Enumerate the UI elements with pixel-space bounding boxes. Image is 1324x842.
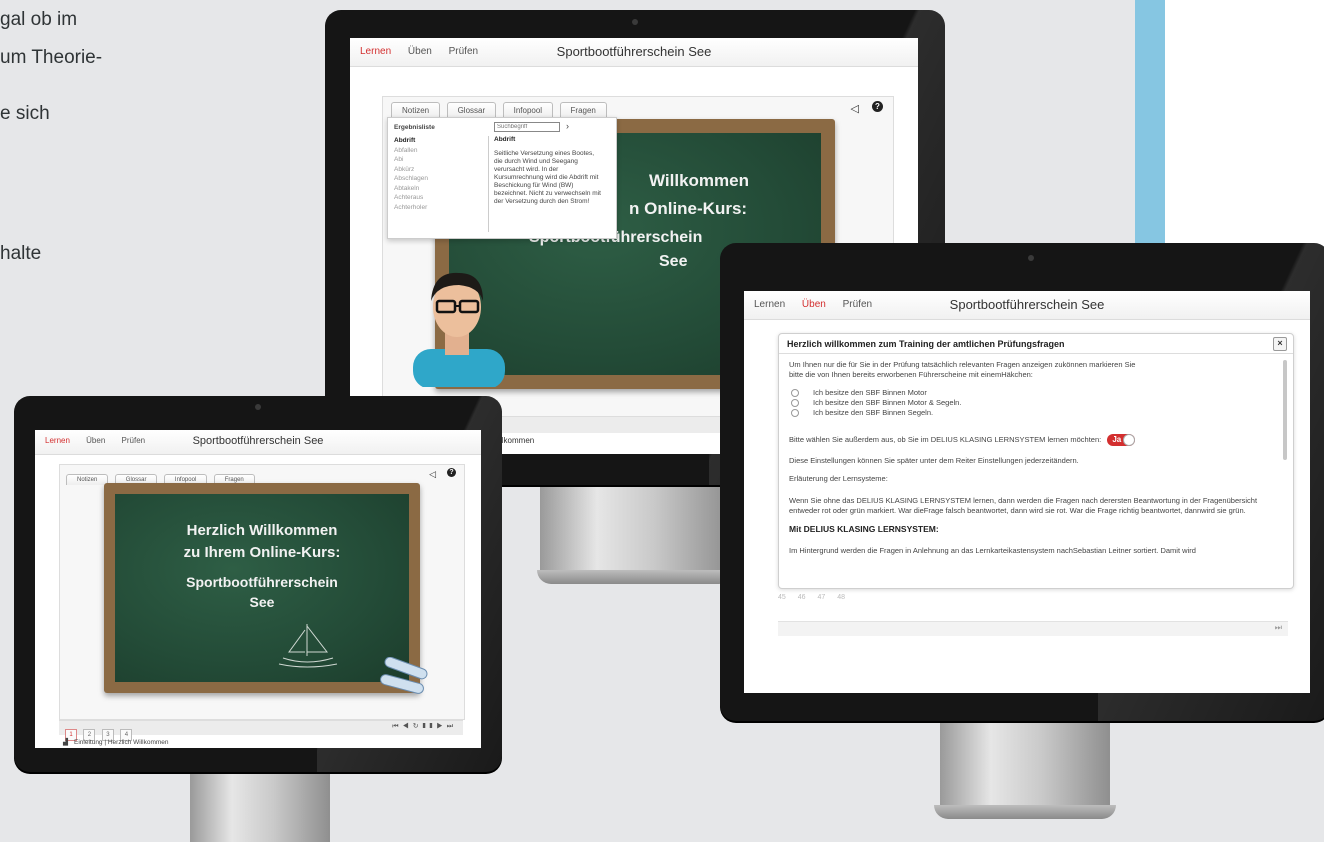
- lernsystem-question: Bitte wählen Sie außerdem aus, ob Sie im…: [789, 434, 1102, 444]
- app-title: Sportbootführerschein See: [556, 44, 712, 59]
- skip-end-icon[interactable]: ⏭: [1275, 623, 1282, 633]
- list-item[interactable]: Abi: [394, 155, 484, 165]
- person-image: [413, 272, 505, 387]
- glossary-search-input[interactable]: [494, 122, 560, 132]
- prev-icon[interactable]: ◀: [403, 723, 413, 730]
- app-header: Lernen Üben Prüfen Sportbootführerschein…: [35, 430, 481, 455]
- footer-bar: ⏭: [778, 621, 1288, 636]
- app-title: Sportbootführerschein See: [192, 435, 324, 447]
- close-icon[interactable]: ×: [1273, 337, 1287, 351]
- monitor-bezel: Lernen Üben Prüfen Sportbootführerschein…: [14, 396, 502, 772]
- license-checkbox[interactable]: [791, 409, 799, 417]
- license-option: Ich besitze den SBF Binnen Motor & Segel…: [813, 398, 962, 407]
- intro-line: um Theorie-: [0, 47, 103, 68]
- grid-cell[interactable]: 47: [818, 594, 826, 601]
- list-item[interactable]: Abschlagen: [394, 174, 484, 184]
- dialog-title: Herzlich willkommen zum Training der amt…: [787, 339, 1065, 349]
- chalk-pieces: [380, 657, 428, 694]
- monitor-stand: [540, 480, 730, 575]
- monitor-foot: [537, 570, 733, 584]
- lernsystem-toggle[interactable]: Ja: [1107, 434, 1136, 446]
- monitor-left: Lernen Üben Prüfen Sportbootführerschein…: [14, 396, 502, 842]
- board-line: Herzlich Willkommen: [186, 522, 338, 539]
- next-icon[interactable]: ▶: [436, 723, 446, 730]
- camera-icon: [255, 404, 261, 410]
- definition-title: Abdrift: [494, 136, 516, 143]
- training-dialog: Herzlich willkommen zum Training der amt…: [778, 333, 1294, 589]
- media-controls: ⏮◀↻❚❚▶⏭: [392, 722, 457, 731]
- app-header: Lernen Üben Prüfen Sportbootführerschein…: [744, 291, 1310, 320]
- settings-note: Diese Einstellungen können Sie später un…: [789, 456, 1079, 465]
- sitemap-icon[interactable]: ▟: [63, 739, 68, 746]
- grid-cell[interactable]: 45: [778, 594, 786, 601]
- monitor-stand: [940, 713, 1110, 811]
- side-panel: [1165, 0, 1324, 246]
- results-label: Ergebnisliste: [394, 124, 435, 131]
- chalkboard: Herzlich Willkommen zu Ihrem Online-Kurs…: [104, 483, 428, 694]
- license-option: Ich besitze den SBF Binnen Segeln.: [813, 408, 934, 417]
- license-checkbox[interactable]: [791, 399, 799, 407]
- toggle-label: Ja: [1112, 435, 1122, 444]
- tab-notizen[interactable]: Notizen: [391, 102, 441, 118]
- with-lernsystem-text: Im Hintergrund werden die Fragen in Anle…: [789, 546, 1196, 555]
- sailboat-drawing: [278, 624, 338, 668]
- help-icon[interactable]: ?: [872, 101, 883, 112]
- tab-glossar[interactable]: Glossar: [446, 102, 497, 118]
- explain-text: Wenn Sie ohne das DELIUS KLASING LERNSYS…: [789, 496, 1258, 515]
- tab-notizen[interactable]: Notizen: [66, 474, 109, 485]
- explain-heading: Erläuterung der Lernsysteme:: [789, 474, 888, 483]
- list-item[interactable]: Achteraus: [394, 193, 484, 203]
- definition-text: Seitliche Versetzung eines Bootes, die d…: [494, 150, 601, 205]
- control-bar: 1 2 3 4 ⏮◀↻❚❚▶⏭: [59, 720, 463, 741]
- intro-line: e sich: [0, 103, 50, 124]
- camera-icon: [1028, 255, 1034, 261]
- intro-line: gal ob im: [0, 9, 78, 30]
- monitor-bezel: Lernen Üben Prüfen Sportbootführerschein…: [720, 243, 1324, 721]
- list-item[interactable]: Abfallen: [394, 146, 484, 156]
- app-title: Sportbootführerschein See: [949, 297, 1105, 312]
- list-item[interactable]: Achterholer: [394, 203, 484, 213]
- list-item[interactable]: Abtakeln: [394, 184, 484, 194]
- tab-infopool[interactable]: Infopool: [502, 102, 554, 118]
- screen: Lernen Üben Prüfen Sportbootführerschein…: [744, 291, 1310, 693]
- last-icon[interactable]: ⏭: [447, 723, 457, 730]
- replay-icon[interactable]: ↻: [413, 723, 423, 730]
- list-divider: [488, 136, 489, 232]
- speaker-icon[interactable]: ◁: [851, 102, 859, 115]
- scrollbar[interactable]: [1283, 360, 1287, 460]
- first-icon[interactable]: ⏮: [392, 723, 402, 730]
- glossary-panel: Ergebnisliste › Abdrift Abfallen Abi Abk…: [387, 117, 617, 239]
- chevron-right-icon[interactable]: ›: [566, 121, 569, 131]
- speaker-icon[interactable]: ◁: [429, 469, 436, 480]
- license-checkbox[interactable]: [791, 389, 799, 397]
- board-line: See: [249, 594, 275, 610]
- status-text: llkommen: [500, 436, 535, 445]
- tab-fragen[interactable]: Fragen: [559, 102, 607, 118]
- list-item[interactable]: Abkürz: [394, 165, 484, 175]
- board-line: Willkommen: [649, 171, 749, 190]
- grid-cell[interactable]: 46: [798, 594, 806, 601]
- monitor-stand: [190, 766, 330, 842]
- grid-cell[interactable]: 48: [837, 594, 845, 601]
- app-header: Lernen Üben Prüfen Sportbootführerschein…: [350, 38, 918, 67]
- monitor-right: Lernen Üben Prüfen Sportbootführerschein…: [720, 243, 1324, 823]
- term-list: Abdrift Abfallen Abi Abkürz Abschlagen A…: [394, 136, 484, 212]
- board-line: zu Ihrem Online-Kurs:: [183, 544, 341, 561]
- breadcrumb: ▟ Einleitung | Herzlich Willkommen: [63, 738, 169, 746]
- help-icon[interactable]: ?: [447, 468, 456, 477]
- license-option: Ich besitze den SBF Binnen Motor: [813, 388, 927, 397]
- camera-icon: [632, 19, 638, 25]
- accent-strip: [1135, 0, 1165, 246]
- pause-icon[interactable]: ❚❚: [423, 723, 437, 730]
- monitor-foot: [934, 805, 1116, 819]
- screen: Lernen Üben Prüfen Sportbootführerschein…: [35, 430, 481, 748]
- content-frame: Notizen Glossar Infopool Fragen ◁ ? Herz…: [59, 464, 465, 720]
- intro-paragraph: Um Ihnen nur die für Sie in der Prüfung …: [789, 360, 1136, 379]
- list-item[interactable]: Abdrift: [394, 136, 484, 146]
- board-line: n Online-Kurs:: [629, 199, 748, 218]
- board-line: Sportbootführerschein: [186, 574, 338, 590]
- with-lernsystem-heading: Mit DELIUS KLASING LERNSYSTEM:: [789, 524, 939, 534]
- intro-line: halte: [0, 243, 42, 264]
- breadcrumb-text: Einleitung | Herzlich Willkommen: [74, 739, 169, 746]
